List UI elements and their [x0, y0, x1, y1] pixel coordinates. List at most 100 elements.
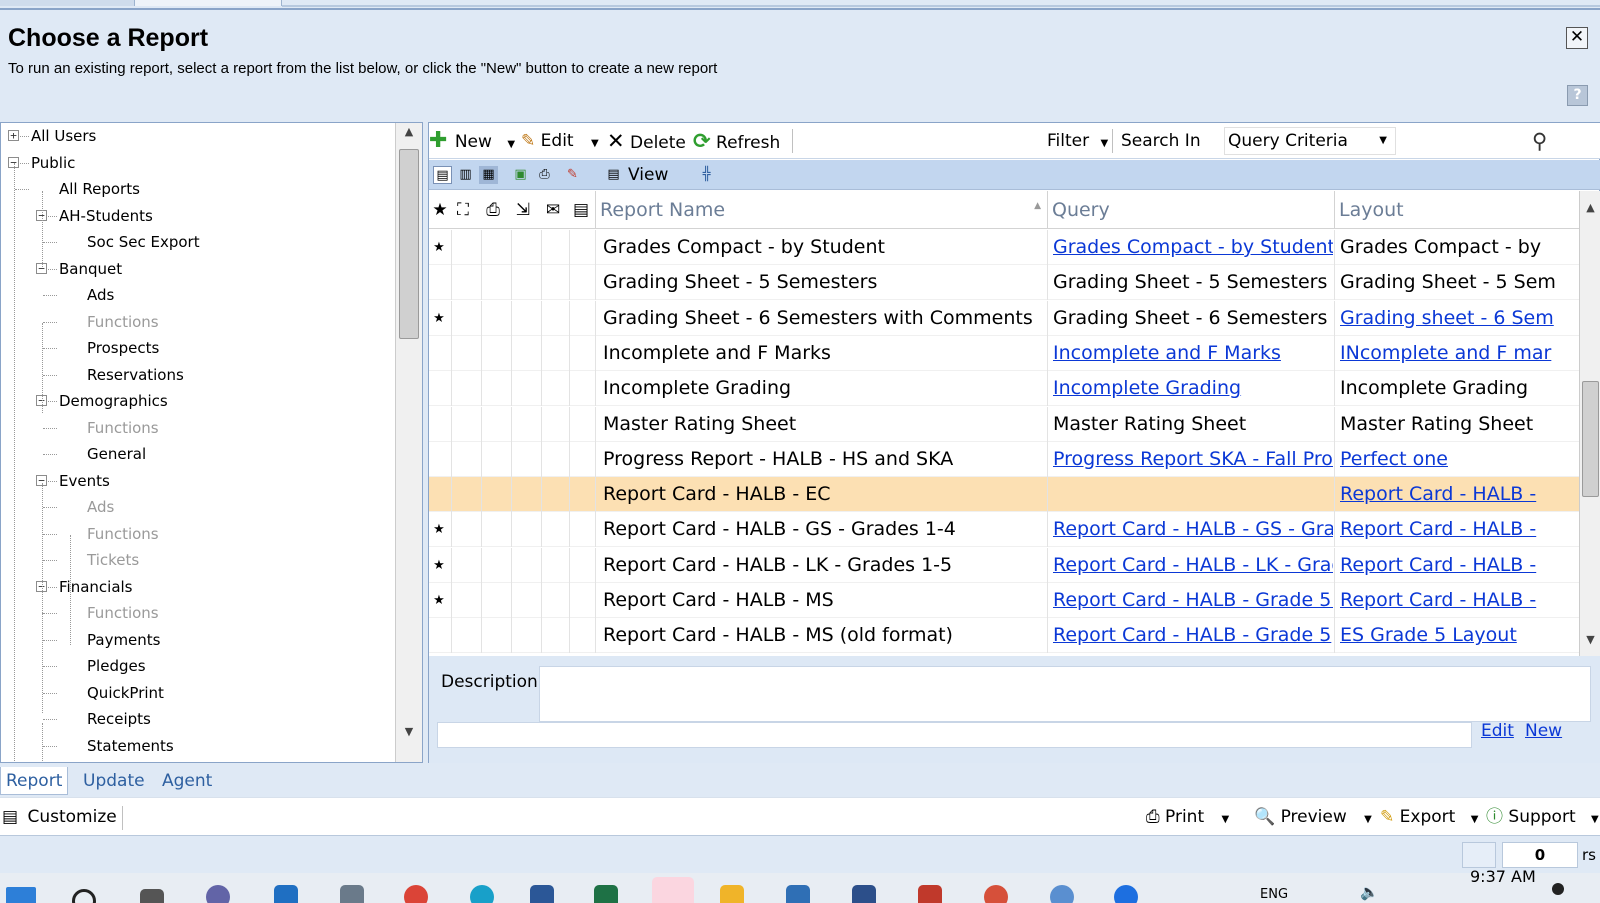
- scroll-down-arrow-icon[interactable]: ▼: [1580, 631, 1600, 649]
- column-header-query[interactable]: Query: [1047, 191, 1334, 229]
- layout-cell[interactable]: INcomplete and F mar: [1336, 336, 1579, 371]
- print-column-icon[interactable]: ⎙: [482, 199, 504, 221]
- task-view-icon[interactable]: [140, 889, 164, 903]
- edit-button[interactable]: ✎ Edit ▼: [521, 128, 599, 154]
- layout-cell[interactable]: Perfect one: [1336, 442, 1579, 477]
- report-name-cell[interactable]: Report Card - HALB - EC: [599, 477, 1047, 512]
- delete-button[interactable]: ✕ Delete: [607, 128, 686, 154]
- tree-item[interactable]: General: [87, 441, 146, 467]
- favorite-star-icon[interactable]: ★: [429, 512, 449, 547]
- query-cell[interactable]: Report Card - HALB - Grade 5: [1049, 618, 1333, 653]
- report-name-cell[interactable]: Grading Sheet - 5 Semesters: [599, 265, 1047, 300]
- table-row[interactable]: Master Rating Sheet Master Rating Sheet Ma…: [429, 406, 1579, 442]
- tree-item[interactable]: Functions: [87, 415, 159, 441]
- favorite-star-icon[interactable]: ★: [429, 548, 449, 583]
- export-icon[interactable]: ✎: [563, 166, 582, 184]
- tree-item[interactable]: Ads: [87, 282, 114, 308]
- search-icon[interactable]: ⚲: [1532, 128, 1547, 154]
- search-in-select[interactable]: Query Criteria ▼: [1224, 127, 1396, 155]
- tree-item[interactable]: Prospects: [87, 335, 159, 361]
- layout-cell[interactable]: ES Grade 5 Layout: [1336, 618, 1579, 653]
- app-icon[interactable]: [1114, 885, 1138, 903]
- tree-item[interactable]: Events: [59, 468, 110, 494]
- column-header-report-name[interactable]: Report Name ▲: [595, 191, 1047, 229]
- refresh-button[interactable]: ⟳ Refresh: [693, 128, 780, 154]
- query-cell[interactable]: Incomplete and F Marks: [1049, 336, 1333, 371]
- table-row[interactable]: Report Card - HALB - EC Report Card - HAL…: [429, 477, 1579, 513]
- table-row[interactable]: ★ Grades Compact - by Student Grades Compa…: [429, 230, 1579, 265]
- support-button[interactable]: ⓘ Support ▼: [1486, 804, 1599, 830]
- card-view-icon[interactable]: ▥: [456, 166, 475, 184]
- scroll-down-arrow-icon[interactable]: ▼: [396, 723, 422, 741]
- report-name-cell[interactable]: Report Card - HALB - LK - Grades 1-5: [599, 548, 1047, 583]
- volume-icon[interactable]: 🔈: [1360, 883, 1379, 901]
- description-edit-link[interactable]: Edit: [1481, 721, 1514, 741]
- report-name-cell[interactable]: Progress Report - HALB - HS and SKA: [599, 442, 1047, 477]
- tree-scrollbar[interactable]: ▲ ▼: [395, 123, 422, 762]
- calendar-icon[interactable]: [786, 885, 810, 903]
- filter-button[interactable]: Filter ▼: [1047, 128, 1108, 154]
- chrome-icon[interactable]: [404, 885, 428, 903]
- table-row[interactable]: ★ Report Card - HALB - GS - Grades 1-4 Rep…: [429, 512, 1579, 548]
- tree-item[interactable]: Statements: [87, 733, 174, 759]
- tree-item[interactable]: Functions: [87, 521, 159, 547]
- export-column-icon[interactable]: ⇲: [512, 199, 534, 221]
- layout-cell[interactable]: Report Card - HALB -: [1336, 512, 1579, 547]
- preview-dropdown-icon[interactable]: ▼: [1364, 814, 1372, 825]
- search-in-dropdown-icon[interactable]: ▼: [1379, 128, 1387, 154]
- calculator-icon[interactable]: [340, 885, 364, 903]
- tree-item[interactable]: Reservations: [87, 362, 184, 388]
- tree-item[interactable]: Banquet: [59, 256, 122, 282]
- column-header-layout[interactable]: Layout: [1334, 191, 1579, 229]
- print-dropdown-icon[interactable]: ▼: [1222, 814, 1230, 825]
- table-row[interactable]: Grading Sheet - 5 Semesters Grading Sheet…: [429, 265, 1579, 301]
- email-column-icon[interactable]: ✉: [542, 199, 564, 221]
- report-name-cell[interactable]: Report Card - HALB - MS (old format): [599, 618, 1047, 653]
- close-icon[interactable]: ✕: [1566, 27, 1588, 49]
- print-icon[interactable]: ⎙: [535, 166, 554, 184]
- customize-button[interactable]: ▤ Customize: [2, 804, 117, 830]
- help-icon[interactable]: ?: [1567, 85, 1588, 106]
- support-dropdown-icon[interactable]: ▼: [1591, 814, 1599, 825]
- tree-item[interactable]: All Reports: [59, 176, 140, 202]
- scrollbar-thumb[interactable]: [1582, 381, 1599, 497]
- tab-report[interactable]: Report: [0, 767, 69, 795]
- layout-cell[interactable]: Report Card - HALB -: [1336, 548, 1579, 583]
- tree-item[interactable]: Public: [31, 150, 75, 176]
- layout-cell[interactable]: Report Card - HALB -: [1336, 477, 1579, 512]
- layout-cell[interactable]: Report Card - HALB -: [1336, 583, 1579, 618]
- tree-item[interactable]: Soc Sec Export: [87, 229, 200, 255]
- export-button[interactable]: ✎ Export ▼: [1380, 804, 1478, 830]
- table-row[interactable]: ★ Report Card - HALB - LK - Grades 1-5 Rep…: [429, 547, 1579, 583]
- query-cell[interactable]: Report Card - HALB - Grade 5 G: [1049, 583, 1333, 618]
- schedule-column-icon[interactable]: ▤: [570, 199, 592, 221]
- query-cell[interactable]: Progress Report SKA - Fall Progr: [1049, 442, 1333, 477]
- notification-icon[interactable]: [1552, 883, 1564, 895]
- tab-agent[interactable]: Agent: [157, 767, 217, 795]
- report-name-cell[interactable]: Report Card - HALB - MS: [599, 583, 1047, 618]
- app-icon[interactable]: [1050, 885, 1074, 903]
- tree-item[interactable]: Payments: [87, 627, 160, 653]
- description-new-link[interactable]: New: [1525, 721, 1562, 741]
- search-icon[interactable]: [72, 889, 96, 903]
- file-explorer-icon[interactable]: [720, 885, 744, 903]
- print-button[interactable]: ⎙ Print ▼: [1146, 804, 1229, 830]
- scrollbar-thumb[interactable]: [399, 149, 419, 339]
- tree-item[interactable]: Functions: [87, 309, 159, 335]
- tree-item[interactable]: Receipts: [87, 706, 151, 732]
- teams-icon[interactable]: [206, 885, 230, 903]
- tree-item[interactable]: Demographics: [59, 388, 168, 414]
- grid-scrollbar[interactable]: ▲ ▼: [1579, 191, 1600, 656]
- image-icon[interactable]: ▣: [511, 166, 530, 184]
- select-column-icon[interactable]: ⛶: [452, 199, 474, 221]
- favorite-star-icon[interactable]: ★: [429, 230, 449, 265]
- table-row[interactable]: Progress Report - HALB - HS and SKA Progr…: [429, 441, 1579, 477]
- app-icon[interactable]: [984, 885, 1008, 903]
- table-row[interactable]: ★ Grading Sheet - 6 Semesters with Commen…: [429, 300, 1579, 336]
- report-name-cell[interactable]: Grades Compact - by Student: [599, 230, 1047, 265]
- table-row[interactable]: Report Card - HALB - MS (old format) Repo…: [429, 618, 1579, 654]
- table-row[interactable]: ★ Report Card - HALB - MS Report Card - HA…: [429, 583, 1579, 618]
- expand-icon[interactable]: +: [8, 130, 19, 141]
- new-button[interactable]: ✚ New ▼: [429, 128, 515, 154]
- excel-icon[interactable]: [594, 885, 618, 903]
